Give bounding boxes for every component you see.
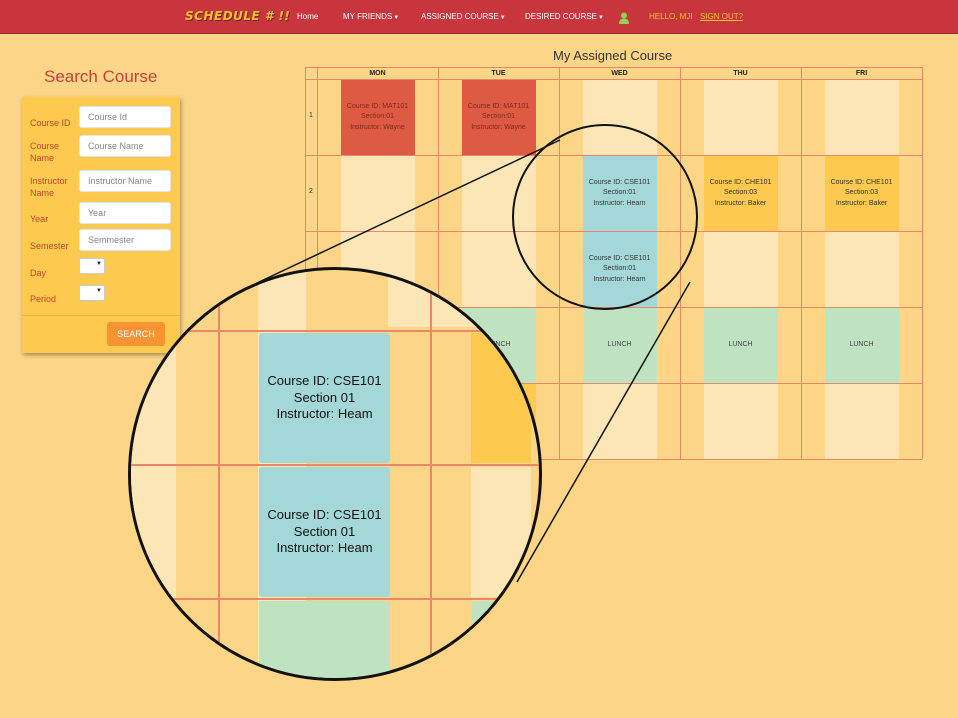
brand-logo[interactable]: SCHEDULE # !! (185, 9, 290, 23)
course-cell-line: Section:03 (723, 189, 758, 197)
grid-line (801, 67, 802, 459)
course-cell-line: Instructor: Baker (835, 199, 888, 207)
nav-my-friends-label: MY FRIENDS (343, 12, 393, 21)
course-cell-line: LUNCH (849, 341, 874, 349)
zoom-yellow-cell (471, 333, 531, 463)
course-cell-line: Section:03 (844, 189, 879, 197)
zoom-course-cell: Course ID: CSE101 Section 01 Instructor:… (259, 467, 390, 597)
sign-out-link[interactable]: SIGN OUT? (700, 12, 743, 21)
zoom-course-cell: Course ID: CSE101 Section 01 Instructor:… (259, 333, 390, 463)
zoom-course-line: Section 01 (293, 523, 356, 539)
course-cell-line: Instructor: Wayne (350, 123, 405, 131)
nav-home[interactable]: Home (297, 12, 318, 21)
period-number: 2 (309, 188, 313, 195)
semester-input[interactable] (79, 229, 171, 251)
nav-desired-course-label: DESIRED COURSE (525, 12, 598, 21)
day-label: Day (30, 268, 47, 278)
top-navbar: SCHEDULE # !! Home MY FRIENDS▼ ASSIGNED … (0, 0, 958, 34)
empty-cell (824, 232, 899, 307)
magnifier-lens: Course ID: CSE101 Section 01 Instructor:… (128, 267, 542, 681)
course-name-label: Course Name (30, 141, 60, 163)
chevron-down-icon: ▼ (96, 288, 102, 294)
course-cell-line: Instructor: Baker (714, 199, 767, 207)
semester-label: Semester (30, 241, 69, 251)
nav-home-label: Home (297, 12, 319, 21)
caret-down-icon: ▼ (499, 15, 506, 21)
zoom-empty-cell (471, 467, 531, 597)
course-cell-line: Course ID: CHE101 (830, 178, 893, 186)
empty-cell (703, 232, 778, 307)
zoom-course-line: Instructor: Heam (276, 406, 373, 422)
zoom-course-line: Course ID: CSE101 (267, 373, 382, 389)
user-greeting: HELLO, MJI (649, 12, 693, 21)
course-cell[interactable]: Course ID: CHE101 Section:03 Instructor: B… (824, 156, 899, 231)
course-cell-line: Section:01 (360, 113, 395, 121)
nav-my-friends[interactable]: MY FRIENDS▼ (343, 12, 399, 21)
grid-line (922, 67, 923, 459)
empty-cell (824, 384, 899, 459)
zoom-grid-line (131, 598, 539, 600)
zoom-course-line: Instructor: Heam (276, 540, 373, 556)
user-icon[interactable] (619, 12, 629, 24)
nav-assigned-course-label: ASSIGNED COURSE (421, 12, 499, 21)
day-header: THU (733, 70, 748, 77)
course-cell[interactable]: Course ID: MAT101 Section:01 Instructor: W… (340, 80, 415, 155)
nav-assigned-course[interactable]: ASSIGNED COURSE▼ (421, 12, 506, 21)
lunch-cell[interactable]: LUNCH (703, 308, 778, 383)
zoom-course-line: Course ID: CSE101 (267, 507, 382, 523)
course-cell[interactable]: Course ID: CHE101 Section:03 Instructor: B… (703, 156, 778, 231)
course-cell[interactable]: Course ID: MAT101 Section:01 Instructor: W… (461, 80, 536, 155)
course-name-input[interactable] (79, 135, 171, 157)
empty-cell (824, 80, 899, 155)
zoom-lunch-cell (259, 601, 390, 678)
zoom-lunch-cell (471, 601, 531, 678)
empty-cell (340, 156, 415, 231)
course-id-label: Course ID (30, 118, 71, 128)
day-select[interactable]: ▼ (79, 258, 105, 274)
course-cell-line: Instructor: Wayne (471, 123, 526, 131)
empty-cell (582, 384, 657, 459)
course-id-input[interactable] (79, 106, 171, 128)
chevron-down-icon: ▼ (96, 261, 102, 267)
grid-line (305, 67, 922, 68)
day-header: FRI (855, 70, 868, 77)
year-label: Year (30, 214, 49, 224)
nav-desired-course[interactable]: DESIRED COURSE▼ (525, 12, 604, 21)
day-header: WED (611, 70, 628, 77)
course-cell-line: Section:01 (481, 113, 516, 121)
grid-line (305, 79, 922, 80)
instructor-name-input[interactable] (79, 170, 171, 192)
empty-cell (703, 384, 778, 459)
zoom-course-line: Section 01 (293, 389, 356, 405)
period-select[interactable]: ▼ (79, 285, 105, 301)
course-cell-line: Course ID: MAT101 (346, 102, 409, 110)
course-cell-line: LUNCH (728, 341, 753, 349)
course-cell-line: LUNCH (607, 341, 632, 349)
zoom-grid-line (131, 464, 539, 466)
lunch-cell[interactable]: LUNCH (582, 308, 657, 383)
year-input[interactable] (79, 202, 171, 224)
search-course-title: Search Course (44, 67, 158, 86)
assigned-course-title: My Assigned Course (553, 48, 673, 63)
caret-down-icon: ▼ (393, 15, 400, 21)
instructor-name-label: Instructor Name (30, 176, 68, 198)
day-header: TUE (491, 70, 506, 77)
lunch-cell[interactable]: LUNCH (824, 308, 899, 383)
course-cell-line: Course ID: CHE101 (709, 178, 772, 186)
caret-down-icon: ▼ (598, 15, 604, 21)
zoom-empty-cell (388, 270, 518, 327)
period-label: Period (30, 294, 57, 304)
course-cell-line: Course ID: MAT101 (467, 102, 530, 110)
magnifier-target-circle (512, 124, 698, 310)
period-number: 1 (309, 112, 313, 119)
day-header: MON (369, 70, 386, 77)
zoom-grid-line (131, 330, 539, 332)
empty-cell (703, 80, 778, 155)
